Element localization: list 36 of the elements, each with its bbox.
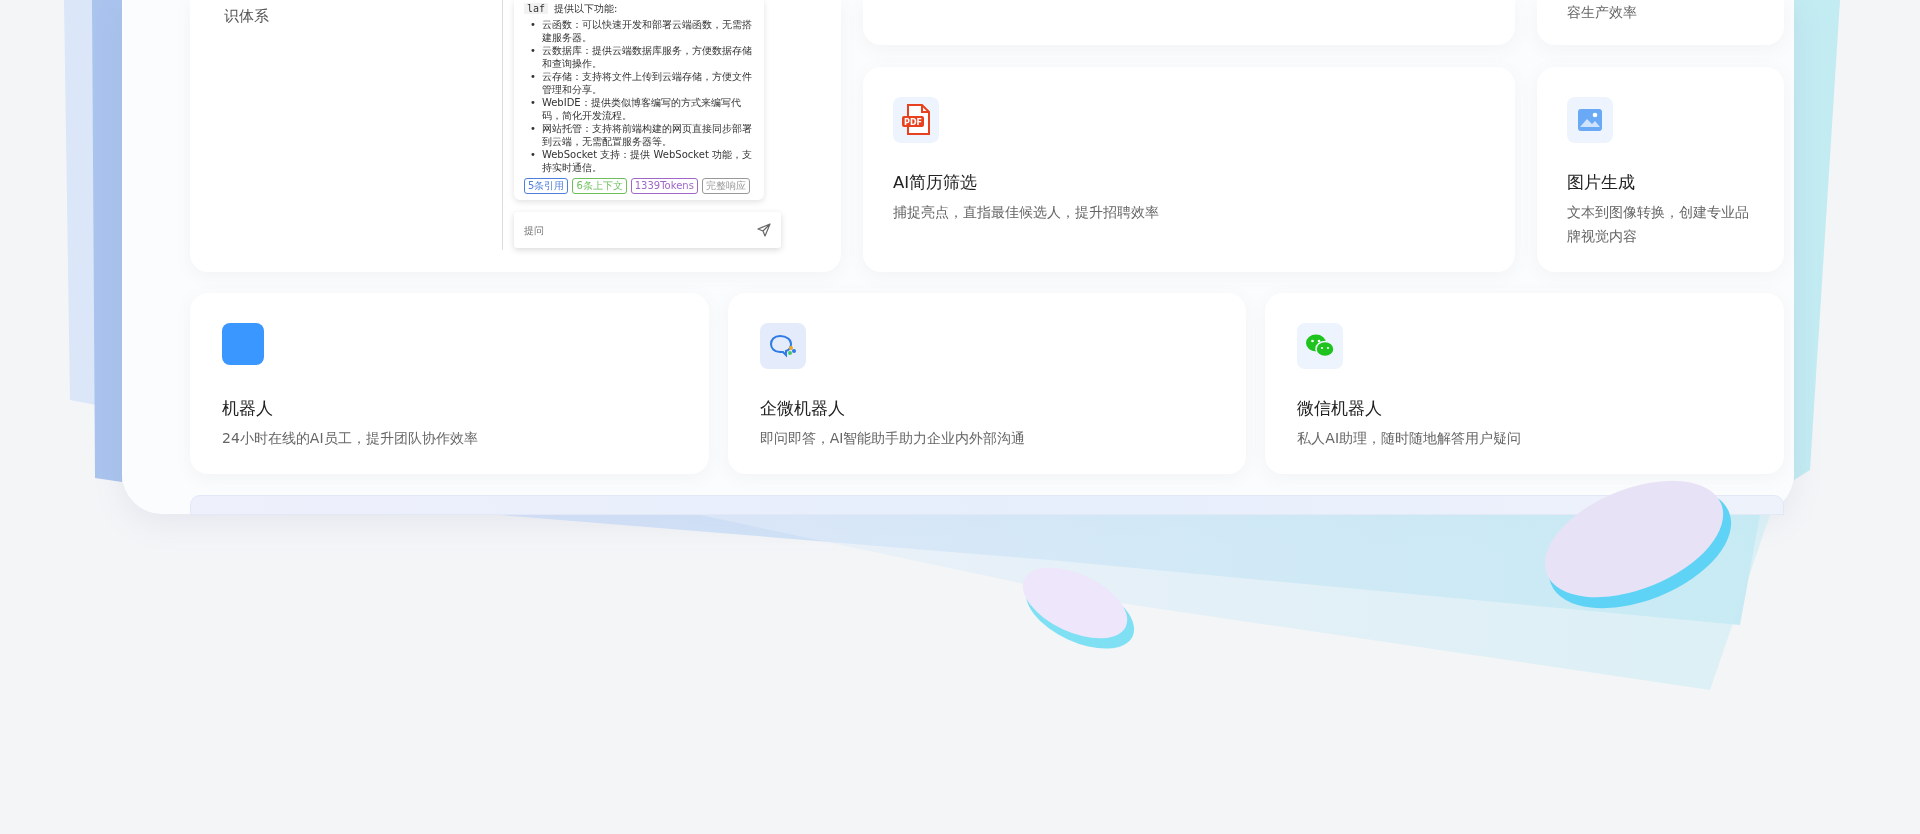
- code-text: laf: [524, 3, 549, 14]
- feature-description: 容生产效率: [1567, 3, 1638, 22]
- list-bullet: •: [530, 44, 536, 58]
- answer-list-item: 云存储：支持将文件上传到云端存储，方便文件管理和分享。: [541, 70, 753, 96]
- list-bullet: •: [530, 148, 536, 162]
- answer-list-item: 云函数：可以快速开发和部署云端函数，无需搭建服务器。: [541, 18, 753, 44]
- wechat-icon: [1305, 333, 1336, 359]
- send-icon[interactable]: [757, 223, 771, 237]
- list-bullet: •: [530, 96, 536, 110]
- list-bullet: •: [530, 70, 536, 84]
- question-input-field[interactable]: 提问: [514, 212, 781, 248]
- list-bullet: •: [530, 122, 536, 136]
- feature-title: 企微机器人: [759, 398, 846, 420]
- feature-description: 即问即答，AI智能助手助力企业内外部沟通: [759, 428, 1027, 448]
- feature-title: 机器人: [222, 398, 274, 420]
- feature-title: 微信机器人: [1297, 398, 1384, 420]
- description-text: 识体系: [224, 6, 270, 27]
- answer-tag: 1339Tokens: [630, 178, 698, 194]
- image-icon: [1578, 109, 1602, 131]
- answer-tag: 6条上下文: [572, 178, 627, 194]
- answer-intro: 提供以下功能:: [554, 3, 618, 14]
- chat-bubble-icon: [768, 334, 797, 358]
- feature-description: 文本到图像转换，创建专业品牌视觉内容: [1567, 202, 1750, 247]
- answer-tag: 完整响应: [701, 178, 750, 194]
- feature-description: 24小时在线的AI员工，提升团队协作效率: [222, 428, 479, 448]
- answer-list-item: WebIDE：提供类似博客编写的方式来编写代码，简化开发流程。: [541, 96, 742, 122]
- feature-description: 私人AI助理，随时随地解答用户疑问: [1297, 428, 1523, 448]
- answer-list-item: 网站托管：支持将前端构建的网页直接同步部署到云端，无需配置服务器等。: [541, 122, 753, 148]
- feature-description: 捕捉亮点，直指最佳候选人，提升招聘效率: [893, 202, 1160, 222]
- answer-list-item: WebSocket 支持：提供 WebSocket 功能，支持实时通信。: [541, 148, 753, 174]
- answer-list-item: 云数据库：提供云端数据库服务，方便数据存储和查询操作。: [541, 44, 753, 70]
- app-square-icon: [222, 323, 264, 365]
- feature-title: 图片生成: [1567, 172, 1636, 194]
- list-bullet: •: [530, 18, 536, 32]
- answer-tag: 5条引用: [524, 178, 569, 194]
- feature-title: AI简历筛选: [893, 172, 979, 194]
